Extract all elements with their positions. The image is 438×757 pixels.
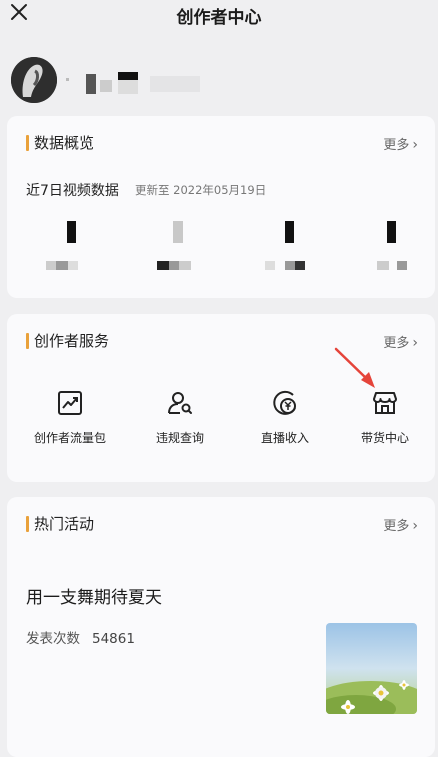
service-live-income[interactable]: 直播收入 bbox=[235, 389, 335, 469]
user-search-icon bbox=[168, 392, 192, 414]
service-label: 创作者流量包 bbox=[33, 431, 106, 445]
section-title: 热门活动 bbox=[34, 515, 95, 533]
creator-services-card: 创作者服务 更多 › 创作者流量包 违规查询 直播收入 带货中心 bbox=[7, 314, 435, 482]
section-accent-bar bbox=[26, 135, 29, 151]
data-subtitle: 近7日视频数据 bbox=[26, 183, 119, 199]
data-overview-card: 数据概览 更多 › 近7日视频数据 更新至 2022年05月19日 bbox=[7, 116, 435, 298]
store-icon bbox=[373, 392, 397, 414]
card-header: 数据概览 更多 › bbox=[7, 116, 435, 168]
activity-title[interactable]: 用一支舞期待夏天 bbox=[26, 583, 162, 608]
activity-post-count: 发表次数 54861 bbox=[26, 627, 135, 647]
service-commerce-center[interactable]: 带货中心 bbox=[335, 389, 435, 469]
service-label: 违规查询 bbox=[155, 431, 204, 445]
updated-date: 更新至 2022年05月19日 bbox=[135, 183, 267, 197]
more-label: 更多 bbox=[383, 138, 410, 153]
post-count-value: 54861 bbox=[92, 631, 135, 647]
service-violation-query[interactable]: 违规查询 bbox=[130, 389, 230, 469]
stat-item-redacted[interactable] bbox=[255, 221, 315, 281]
more-label: 更多 bbox=[383, 336, 410, 351]
page-title: 创作者中心 bbox=[176, 8, 262, 28]
stat-item-redacted[interactable] bbox=[359, 221, 419, 281]
avatar[interactable] bbox=[11, 57, 57, 103]
activity-thumbnail[interactable] bbox=[326, 623, 417, 714]
more-label: 更多 bbox=[383, 519, 410, 534]
stat-item-redacted[interactable] bbox=[141, 221, 201, 281]
section-accent-bar bbox=[26, 516, 29, 532]
more-link[interactable]: 更多 › bbox=[383, 515, 418, 534]
trend-chart-icon bbox=[58, 391, 82, 415]
section-title: 数据概览 bbox=[34, 134, 95, 152]
card-header: 创作者服务 更多 › bbox=[7, 314, 435, 366]
chevron-right-icon: › bbox=[412, 137, 418, 153]
section-title: 创作者服务 bbox=[34, 332, 110, 350]
more-link[interactable]: 更多 › bbox=[383, 134, 418, 153]
top-bar: 创作者中心 bbox=[0, 0, 438, 34]
stat-item-redacted[interactable] bbox=[40, 221, 100, 281]
chevron-right-icon: › bbox=[412, 518, 418, 534]
service-label: 带货中心 bbox=[360, 431, 409, 445]
more-link[interactable]: 更多 › bbox=[383, 332, 418, 351]
stats-row bbox=[7, 221, 435, 281]
yuan-coin-icon bbox=[273, 390, 296, 415]
username-redacted bbox=[66, 72, 226, 96]
services-row: 创作者流量包 违规查询 直播收入 带货中心 bbox=[7, 389, 435, 469]
card-header: 热门活动 更多 › bbox=[7, 497, 435, 549]
service-label: 直播收入 bbox=[260, 431, 309, 445]
profile-row[interactable] bbox=[0, 50, 438, 110]
section-accent-bar bbox=[26, 333, 29, 349]
service-traffic-pack[interactable]: 创作者流量包 bbox=[20, 389, 120, 469]
hot-activities-card: 热门活动 更多 › 用一支舞期待夏天 发表次数 54861 bbox=[7, 497, 435, 757]
chevron-right-icon: › bbox=[412, 335, 418, 351]
post-count-label: 发表次数 bbox=[26, 631, 80, 647]
